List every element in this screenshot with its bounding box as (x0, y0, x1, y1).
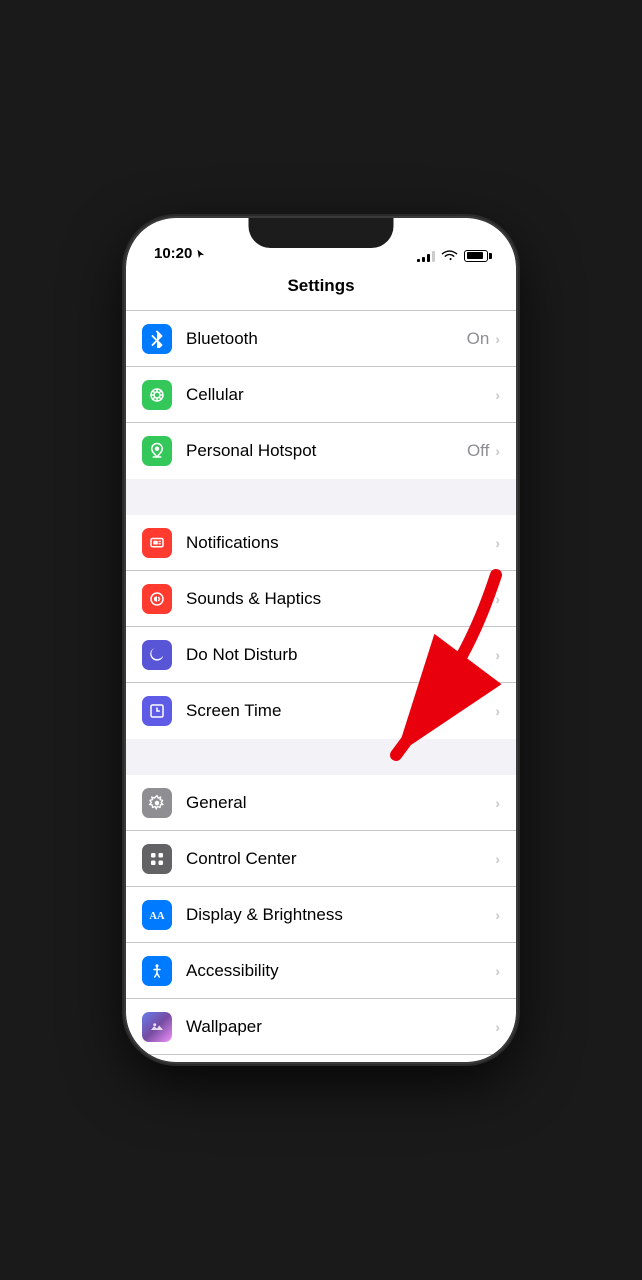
display-label: Display & Brightness (186, 905, 495, 925)
notch (249, 218, 394, 248)
section-notifications: Notifications › Sounds & Haptics › (126, 515, 516, 739)
screentime-chevron: › (495, 703, 500, 719)
cellular-icon (148, 386, 166, 404)
wallpaper-chevron: › (495, 1019, 500, 1035)
sounds-chevron: › (495, 591, 500, 607)
wallpaper-label: Wallpaper (186, 1017, 495, 1037)
row-bluetooth[interactable]: Bluetooth On › (126, 311, 516, 367)
cellular-label: Cellular (186, 385, 495, 405)
row-siri[interactable]: Siri & Search › (126, 1055, 516, 1062)
controlcenter-chevron: › (495, 851, 500, 867)
bluetooth-label: Bluetooth (186, 329, 467, 349)
screentime-icon (148, 702, 166, 720)
controlcenter-label: Control Center (186, 849, 495, 869)
wallpaper-icon-container (142, 1012, 172, 1042)
general-icon (148, 794, 166, 812)
general-chevron: › (495, 795, 500, 811)
row-general[interactable]: General › (126, 775, 516, 831)
row-screentime[interactable]: Screen Time › (126, 683, 516, 739)
dnd-label: Do Not Disturb (186, 645, 495, 665)
status-bar: 10:20 (126, 218, 516, 268)
general-icon-container (142, 788, 172, 818)
row-donotdisturb[interactable]: Do Not Disturb › (126, 627, 516, 683)
screentime-label: Screen Time (186, 701, 495, 721)
settings-content[interactable]: Bluetooth On › (126, 311, 516, 1062)
bluetooth-icon (148, 330, 166, 348)
signal-bars (417, 250, 435, 262)
general-label: General (186, 793, 495, 813)
row-wallpaper[interactable]: Wallpaper › (126, 999, 516, 1055)
sounds-icon-container (142, 584, 172, 614)
display-icon-container: AA (142, 900, 172, 930)
status-time: 10:20 (154, 245, 205, 262)
row-sounds[interactable]: Sounds & Haptics › (126, 571, 516, 627)
screentime-icon-container (142, 696, 172, 726)
hotspot-value: Off (467, 441, 489, 461)
row-display[interactable]: AA Display & Brightness › (126, 887, 516, 943)
hotspot-label: Personal Hotspot (186, 441, 467, 461)
divider-2 (126, 739, 516, 775)
section-connectivity: Bluetooth On › (126, 311, 516, 479)
svg-text:AA: AA (149, 910, 165, 921)
row-controlcenter[interactable]: Control Center › (126, 831, 516, 887)
sounds-icon (148, 590, 166, 608)
cellular-icon-container (142, 380, 172, 410)
battery-icon (464, 250, 488, 262)
hotspot-chevron: › (495, 443, 500, 459)
notifications-icon (148, 534, 166, 552)
bluetooth-value: On (467, 329, 490, 349)
row-notifications[interactable]: Notifications › (126, 515, 516, 571)
dnd-chevron: › (495, 647, 500, 663)
hotspot-icon-container (142, 436, 172, 466)
accessibility-icon-container (142, 956, 172, 986)
wifi-icon (441, 249, 458, 262)
row-accessibility[interactable]: Accessibility › (126, 943, 516, 999)
notifications-icon-container (142, 528, 172, 558)
row-hotspot[interactable]: Personal Hotspot Off › (126, 423, 516, 479)
sounds-label: Sounds & Haptics (186, 589, 495, 609)
status-icons (417, 249, 488, 262)
phone-frame: 10:20 (126, 218, 516, 1062)
row-cellular[interactable]: Cellular › (126, 367, 516, 423)
accessibility-icon (148, 962, 166, 980)
hotspot-icon (148, 442, 166, 460)
controlcenter-icon (148, 850, 166, 868)
accessibility-chevron: › (495, 963, 500, 979)
moon-icon (148, 646, 166, 664)
notifications-label: Notifications (186, 533, 495, 553)
screen: 10:20 (126, 218, 516, 1062)
divider-1 (126, 479, 516, 515)
display-chevron: › (495, 907, 500, 923)
display-icon: AA (148, 906, 166, 924)
section-display: General › Control Center › (126, 775, 516, 1062)
controlcenter-icon-container (142, 844, 172, 874)
accessibility-label: Accessibility (186, 961, 495, 981)
wallpaper-icon (148, 1018, 166, 1036)
dnd-icon-container (142, 640, 172, 670)
bluetooth-icon-container (142, 324, 172, 354)
nav-header: Settings (126, 268, 516, 311)
notifications-chevron: › (495, 535, 500, 551)
page-title: Settings (287, 276, 354, 295)
location-icon (195, 249, 205, 259)
bluetooth-chevron: › (495, 331, 500, 347)
cellular-chevron: › (495, 387, 500, 403)
